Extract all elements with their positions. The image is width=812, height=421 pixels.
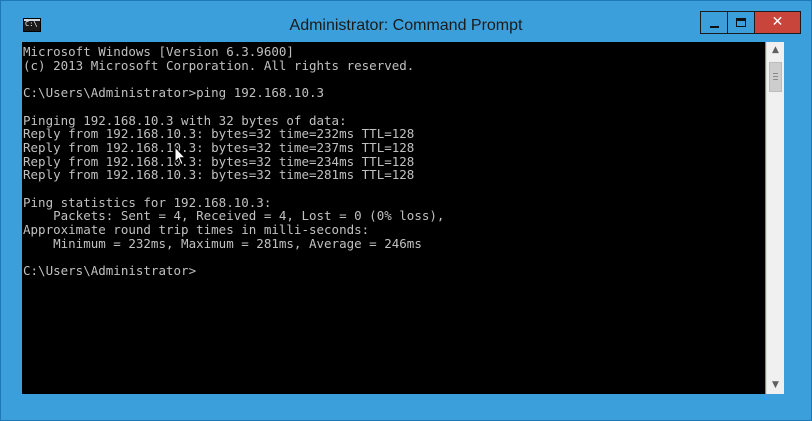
window-title: Administrator: Command Prompt [289,17,523,34]
caption-buttons: ✕ [700,11,801,34]
minimize-icon [710,26,719,28]
scroll-down-arrow-icon[interactable]: ▼ [767,377,784,394]
thumb-grip-line [773,79,778,80]
close-button[interactable]: ✕ [754,11,801,34]
console-output-area[interactable]: Microsoft Windows [Version 6.3.9600] (c)… [22,42,765,394]
console-line: (c) 2013 Microsoft Corporation. All righ… [23,57,415,73]
scrollbar-thumb[interactable] [769,62,782,92]
thumb-grip-line [773,76,778,77]
title-bar[interactable]: Administrator: Command Prompt ✕ [1,1,811,41]
scroll-up-arrow-icon[interactable]: ▲ [767,42,784,59]
command-prompt-window: Administrator: Command Prompt ✕ Microsof… [0,0,812,421]
console-line: Reply from 192.168.10.3: bytes=32 time=2… [23,167,415,183]
minimize-button[interactable] [700,11,727,34]
console-line: C:\Users\Administrator> [23,263,197,279]
console-line: C:\Users\Administrator>ping 192.168.10.3 [23,85,325,101]
maximize-button[interactable] [727,11,754,34]
mouse-pointer-icon [174,146,186,166]
console-text: Microsoft Windows [Version 6.3.9600] (c)… [23,45,444,278]
thumb-grip-line [773,73,778,74]
cmd-icon[interactable] [23,17,41,32]
vertical-scrollbar[interactable]: ▲ ▼ [766,42,784,394]
console-line: Minimum = 232ms, Maximum = 281ms, Averag… [23,235,422,251]
close-icon: ✕ [771,14,784,30]
maximize-icon [736,18,746,27]
